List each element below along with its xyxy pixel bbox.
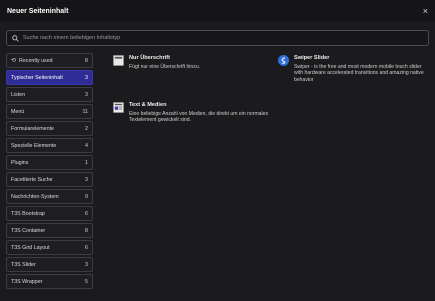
sidebar-item-count: 3 — [85, 74, 88, 81]
sidebar-item-spezielle-elemente[interactable]: Spezielle Elemente 4 — [6, 138, 93, 153]
sidebar-item-label: Typischer Seiteninhalt — [11, 74, 63, 81]
sidebar-item-count: 8 — [85, 57, 88, 64]
search-input[interactable] — [23, 35, 403, 41]
sidebar-item-t3s-bootstrap[interactable]: T3S Bootstrap 6 — [6, 206, 93, 221]
sidebar-item-listen[interactable]: Listen 3 — [6, 87, 93, 102]
sidebar-item-t3s-container[interactable]: T3S Container 8 — [6, 223, 93, 238]
header-element-icon — [113, 55, 124, 66]
sidebar-item-t3s-grid-layout[interactable]: T3S Grid Layout 6 — [6, 240, 93, 255]
sidebar-item-count: 5 — [85, 278, 88, 285]
content-type-name: Swiper Slider — [294, 55, 330, 61]
sidebar-item-label: T3S Container — [11, 227, 46, 234]
sidebar-item-typischer-seiteninhalt[interactable]: Typischer Seiteninhalt 3 — [6, 70, 93, 85]
sidebar-item-label: T3S Bootstrap — [11, 210, 45, 217]
content-type-description: Fügt nur eine Überschrift hinzu. — [129, 64, 201, 70]
sidebar-item-count: 3 — [85, 91, 88, 98]
sidebar-item-label: Formularelemente — [11, 125, 54, 132]
sidebar-item-label: Menü — [11, 108, 25, 115]
sidebar-item-label: Spezielle Elemente — [11, 142, 57, 149]
dialog-body: ⟲ Recently used 8 Typischer Seiteninhalt… — [0, 22, 435, 301]
content-type-swiper-slider[interactable]: Swiper Slider Swiper - is the free and m… — [278, 55, 428, 83]
sidebar-item-menu[interactable]: Menü 11 — [6, 104, 93, 119]
sidebar-item-facettierte-suche[interactable]: Facettierte Suche 3 — [6, 172, 93, 187]
dialog-header: Neuer Seiteninhalt × — [0, 0, 435, 22]
sidebar-item-label: Plugins — [11, 159, 29, 166]
sidebar-item-plugins[interactable]: Plugins 1 — [6, 155, 93, 170]
sidebar-item-count: 6 — [85, 210, 88, 217]
content-type-name: Nur Überschrift — [129, 55, 171, 61]
dialog-title: Neuer Seiteninhalt — [7, 7, 69, 15]
close-icon[interactable]: × — [423, 6, 428, 16]
sidebar-item-nachrichten-system[interactable]: Nachrichten-System 9 — [6, 189, 93, 204]
search-icon — [12, 34, 19, 42]
sidebar-item-count: 4 — [85, 142, 88, 149]
sidebar-item-count: 3 — [85, 176, 88, 183]
sidebar-item-label: Recently used — [19, 57, 53, 64]
sidebar-item-count: 2 — [85, 125, 88, 132]
sidebar-item-count: 11 — [82, 108, 89, 115]
history-icon: ⟲ — [11, 58, 17, 64]
sidebar-item-formularelemente[interactable]: Formularelemente 2 — [6, 121, 93, 136]
content-type-text-media[interactable]: Text & Medien Eine beliebige Anzahl von … — [113, 102, 273, 124]
sidebar-item-label: T3S Wrapper — [11, 278, 43, 285]
sidebar-item-count: 3 — [85, 261, 88, 268]
swiper-icon — [278, 55, 289, 66]
content-type-description: Swiper - is the free and most modern mob… — [294, 64, 424, 83]
sidebar-item-count: 1 — [85, 159, 88, 166]
content-type-header-only[interactable]: Nur Überschrift Fügt nur eine Überschrif… — [113, 55, 263, 70]
sidebar-item-label: Facettierte Suche — [11, 176, 53, 183]
sidebar-item-t3s-slider[interactable]: T3S Slider 3 — [6, 257, 93, 272]
sidebar-item-label: T3S Slider — [11, 261, 36, 268]
sidebar-item-count: 9 — [85, 193, 88, 200]
sidebar-item-label: Listen — [11, 91, 26, 98]
sidebar-item-count: 8 — [85, 227, 88, 234]
sidebar-item-recently-used[interactable]: ⟲ Recently used 8 — [6, 53, 93, 68]
sidebar-item-label: Nachrichten-System — [11, 193, 59, 200]
sidebar-item-t3s-wrapper[interactable]: T3S Wrapper 5 — [6, 274, 93, 289]
text-media-icon — [113, 102, 124, 113]
search-field[interactable] — [6, 30, 429, 46]
category-sidebar: ⟲ Recently used 8 Typischer Seiteninhalt… — [6, 53, 93, 291]
content-type-description: Eine beliebige Anzahl von Medien, die di… — [129, 111, 269, 124]
sidebar-item-label: T3S Grid Layout — [11, 244, 50, 251]
sidebar-item-count: 6 — [85, 244, 88, 251]
content-type-name: Text & Medien — [129, 102, 167, 108]
